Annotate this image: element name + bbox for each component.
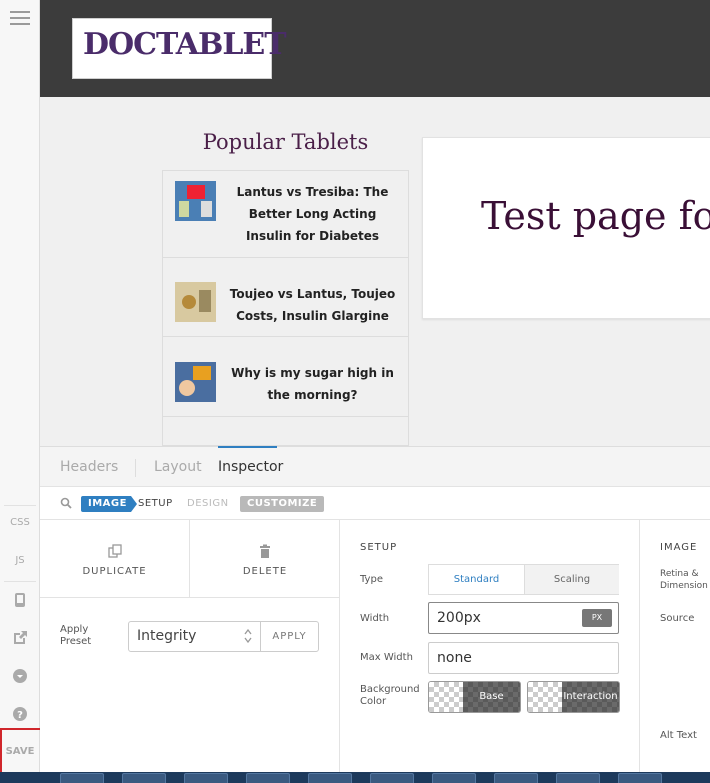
help-icon[interactable]: ? xyxy=(0,706,40,725)
image-column: IMAGE Retina & Dimension Source Alt Text xyxy=(640,520,710,773)
breadcrumb-image[interactable]: IMAGE xyxy=(81,496,137,512)
type-toggle: Standard Scaling xyxy=(428,564,619,595)
card-title: Test page for xyxy=(481,194,710,238)
taskbar-button[interactable] xyxy=(308,773,352,783)
list-item[interactable]: Why is my sugar high in the morning? xyxy=(163,337,408,417)
max-width-input[interactable]: none xyxy=(428,642,619,674)
width-unit-button[interactable]: PX xyxy=(582,609,612,627)
setup-heading: SETUP xyxy=(360,542,398,553)
popular-tablets-heading: Popular Tablets xyxy=(202,130,369,154)
breadcrumb-customize[interactable]: CUSTOMIZE xyxy=(240,496,325,512)
delete-label: DELETE xyxy=(242,566,288,577)
actions-column: DUPLICATE DELETE Apply Preset Integrity … xyxy=(40,520,340,773)
type-standard-button[interactable]: Standard xyxy=(429,565,524,594)
apply-preset-button[interactable]: APPLY xyxy=(260,621,319,652)
duplicate-label: DUPLICATE xyxy=(82,566,147,577)
tab-inspector[interactable]: Inspector xyxy=(218,447,283,487)
active-tab-indicator xyxy=(218,446,277,448)
svg-text:?: ? xyxy=(17,710,23,721)
dropdown-circle-icon[interactable] xyxy=(0,668,40,687)
tab-divider xyxy=(135,459,136,477)
item-title: Why is my sugar high in the morning? xyxy=(231,366,394,402)
bg-interaction-label: Interaction xyxy=(563,691,618,702)
image-heading: IMAGE xyxy=(660,542,698,553)
max-width-label: Max Width xyxy=(360,652,413,663)
select-arrows-icon xyxy=(244,629,252,643)
search-icon[interactable] xyxy=(60,497,72,509)
taskbar-button[interactable] xyxy=(494,773,538,783)
bg-base-swatch[interactable]: Base xyxy=(428,681,521,713)
taskbar-button[interactable] xyxy=(60,773,104,783)
tab-layout[interactable]: Layout xyxy=(154,447,202,487)
item-thumbnail xyxy=(175,181,216,221)
duplicate-icon xyxy=(108,544,122,558)
menu-icon[interactable] xyxy=(10,11,30,27)
mobile-preview-icon[interactable] xyxy=(0,592,40,611)
taskbar-button[interactable] xyxy=(246,773,290,783)
logo-text: DOCTABLET xyxy=(83,27,287,62)
width-input[interactable]: 200px PX xyxy=(428,602,619,634)
trash-icon xyxy=(260,544,270,558)
alt-text-label: Alt Text xyxy=(660,730,697,741)
item-title: Toujeo vs Lantus, Toujeo Costs, Insulin … xyxy=(229,287,396,323)
delete-button[interactable]: DELETE xyxy=(190,520,340,598)
popular-list: Lantus vs Tresiba: The Better Long Actin… xyxy=(162,170,409,446)
breadcrumb-design[interactable]: DESIGN xyxy=(187,496,229,512)
list-item[interactable]: Lantus vs Tresiba: The Better Long Actin… xyxy=(163,171,408,258)
external-link-icon[interactable] xyxy=(0,630,40,649)
width-value: 200px xyxy=(437,610,481,626)
site-logo[interactable]: DOCTABLET xyxy=(72,18,287,79)
content-card: Test page for xyxy=(422,137,710,319)
tab-headers[interactable]: Headers xyxy=(60,447,118,487)
source-label: Source xyxy=(660,613,695,624)
type-label: Type xyxy=(360,574,383,585)
taskbar-button[interactable] xyxy=(556,773,600,783)
duplicate-button[interactable]: DUPLICATE xyxy=(40,520,190,598)
preset-select[interactable]: Integrity xyxy=(128,621,261,652)
type-scaling-button[interactable]: Scaling xyxy=(524,565,619,594)
taskbar-button[interactable] xyxy=(370,773,414,783)
os-taskbar xyxy=(0,772,710,783)
transparent-pattern xyxy=(429,682,463,712)
transparent-pattern xyxy=(528,682,562,712)
panel-tabs: Headers Layout Inspector xyxy=(40,446,710,487)
bg-interaction-swatch[interactable]: Interaction xyxy=(527,681,620,713)
item-thumbnail xyxy=(175,282,216,322)
taskbar-button[interactable] xyxy=(184,773,228,783)
item-title: Lantus vs Tresiba: The Better Long Actin… xyxy=(236,185,389,243)
editor-panel: Headers Layout Inspector IMAGE SETUP DES… xyxy=(40,446,710,773)
setup-column: SETUP Type Standard Scaling Width 200px … xyxy=(340,520,640,773)
retina-label: Retina & Dimension xyxy=(660,569,708,591)
apply-preset-label: Apply Preset xyxy=(60,624,92,647)
max-width-value: none xyxy=(437,650,472,666)
rail-divider xyxy=(4,505,36,506)
inspector-breadcrumb: IMAGE SETUP DESIGN CUSTOMIZE xyxy=(40,488,710,520)
background-color-label: Background Color xyxy=(360,684,420,707)
rail-divider xyxy=(4,581,36,582)
item-thumbnail xyxy=(175,362,216,402)
list-item[interactable]: Toujeo vs Lantus, Toujeo Costs, Insulin … xyxy=(163,258,408,337)
css-button[interactable]: CSS xyxy=(0,517,40,528)
breadcrumb-setup[interactable]: SETUP xyxy=(138,496,173,512)
bg-base-label: Base xyxy=(479,691,504,702)
taskbar-button[interactable] xyxy=(122,773,166,783)
taskbar-button[interactable] xyxy=(618,773,662,783)
width-label: Width xyxy=(360,613,390,624)
left-toolbar: CSS JS ? SAVE xyxy=(0,0,40,772)
preset-value: Integrity xyxy=(137,628,197,644)
taskbar-button[interactable] xyxy=(432,773,476,783)
js-button[interactable]: JS xyxy=(0,555,40,566)
